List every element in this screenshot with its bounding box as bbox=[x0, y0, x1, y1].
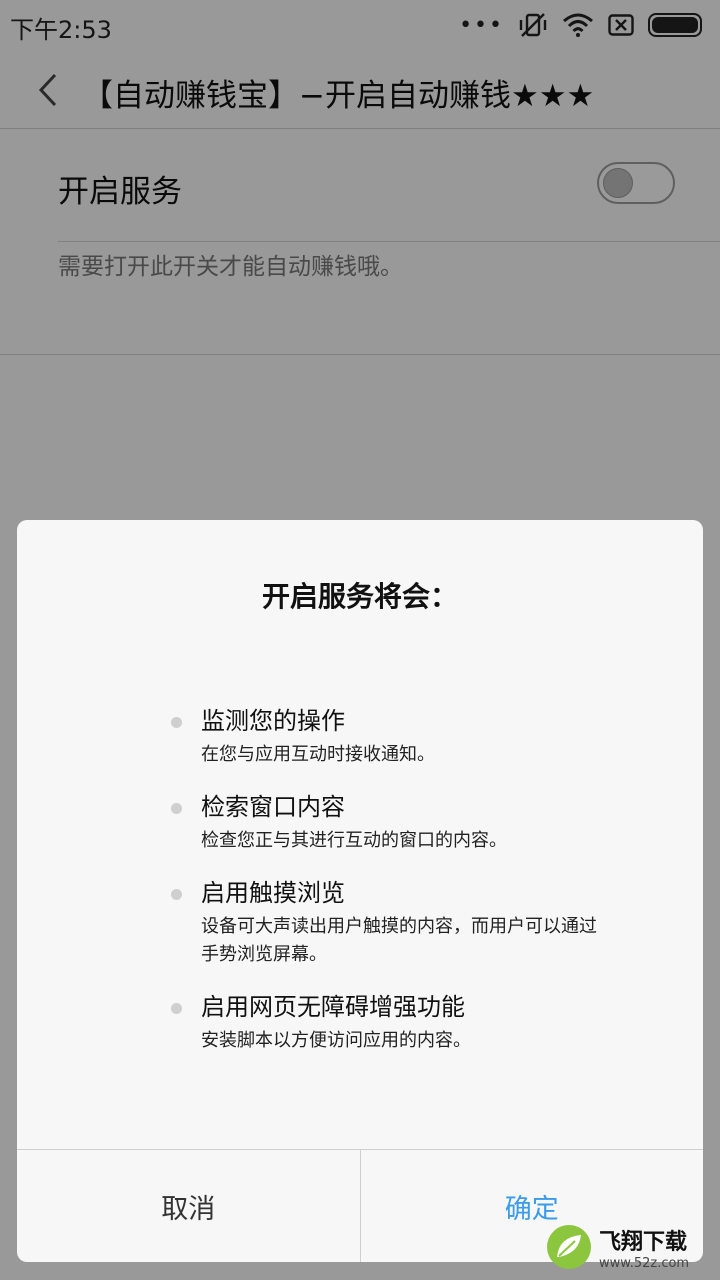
list-item: 启用触摸浏览 设备可大声读出用户触摸的内容，而用户可以通过手势浏览屏幕。 bbox=[169, 877, 599, 969]
permission-list: 监测您的操作 在您与应用互动时接收通知。 检索窗口内容 检查您正与其进行互动的窗… bbox=[169, 705, 599, 1077]
leaf-logo-icon bbox=[547, 1225, 591, 1269]
item-title: 检索窗口内容 bbox=[201, 793, 345, 821]
item-description: 检查您正与其进行互动的窗口的内容。 bbox=[201, 830, 507, 851]
item-title: 监测您的操作 bbox=[201, 707, 345, 735]
item-description: 在您与应用互动时接收通知。 bbox=[201, 744, 435, 765]
list-item: 检索窗口内容 检查您正与其进行互动的窗口的内容。 bbox=[169, 791, 599, 855]
cancel-button[interactable]: 取消 bbox=[17, 1150, 361, 1262]
watermark-url: www.52z.com bbox=[599, 1255, 690, 1271]
bullet-icon bbox=[171, 889, 182, 900]
item-title: 启用触摸浏览 bbox=[201, 879, 345, 907]
dialog-title: 开启服务将会： bbox=[261, 580, 458, 613]
list-item: 启用网页无障碍增强功能 安装脚本以方便访问应用的内容。 bbox=[169, 991, 599, 1055]
item-description: 安装脚本以方便访问应用的内容。 bbox=[201, 1030, 471, 1051]
watermark: 飞翔下载 www.52z.com bbox=[545, 1218, 715, 1276]
watermark-title: 飞翔下载 bbox=[599, 1229, 688, 1255]
permission-dialog: 开启服务将会： 监测您的操作 在您与应用互动时接收通知。 检索窗口内容 检查您正… bbox=[17, 520, 703, 1262]
list-item: 监测您的操作 在您与应用互动时接收通知。 bbox=[169, 705, 599, 769]
item-title: 启用网页无障碍增强功能 bbox=[201, 993, 465, 1021]
bullet-icon bbox=[171, 803, 182, 814]
bullet-icon bbox=[171, 717, 182, 728]
bullet-icon bbox=[171, 1003, 182, 1014]
item-description: 设备可大声读出用户触摸的内容，而用户可以通过手势浏览屏幕。 bbox=[201, 916, 597, 965]
